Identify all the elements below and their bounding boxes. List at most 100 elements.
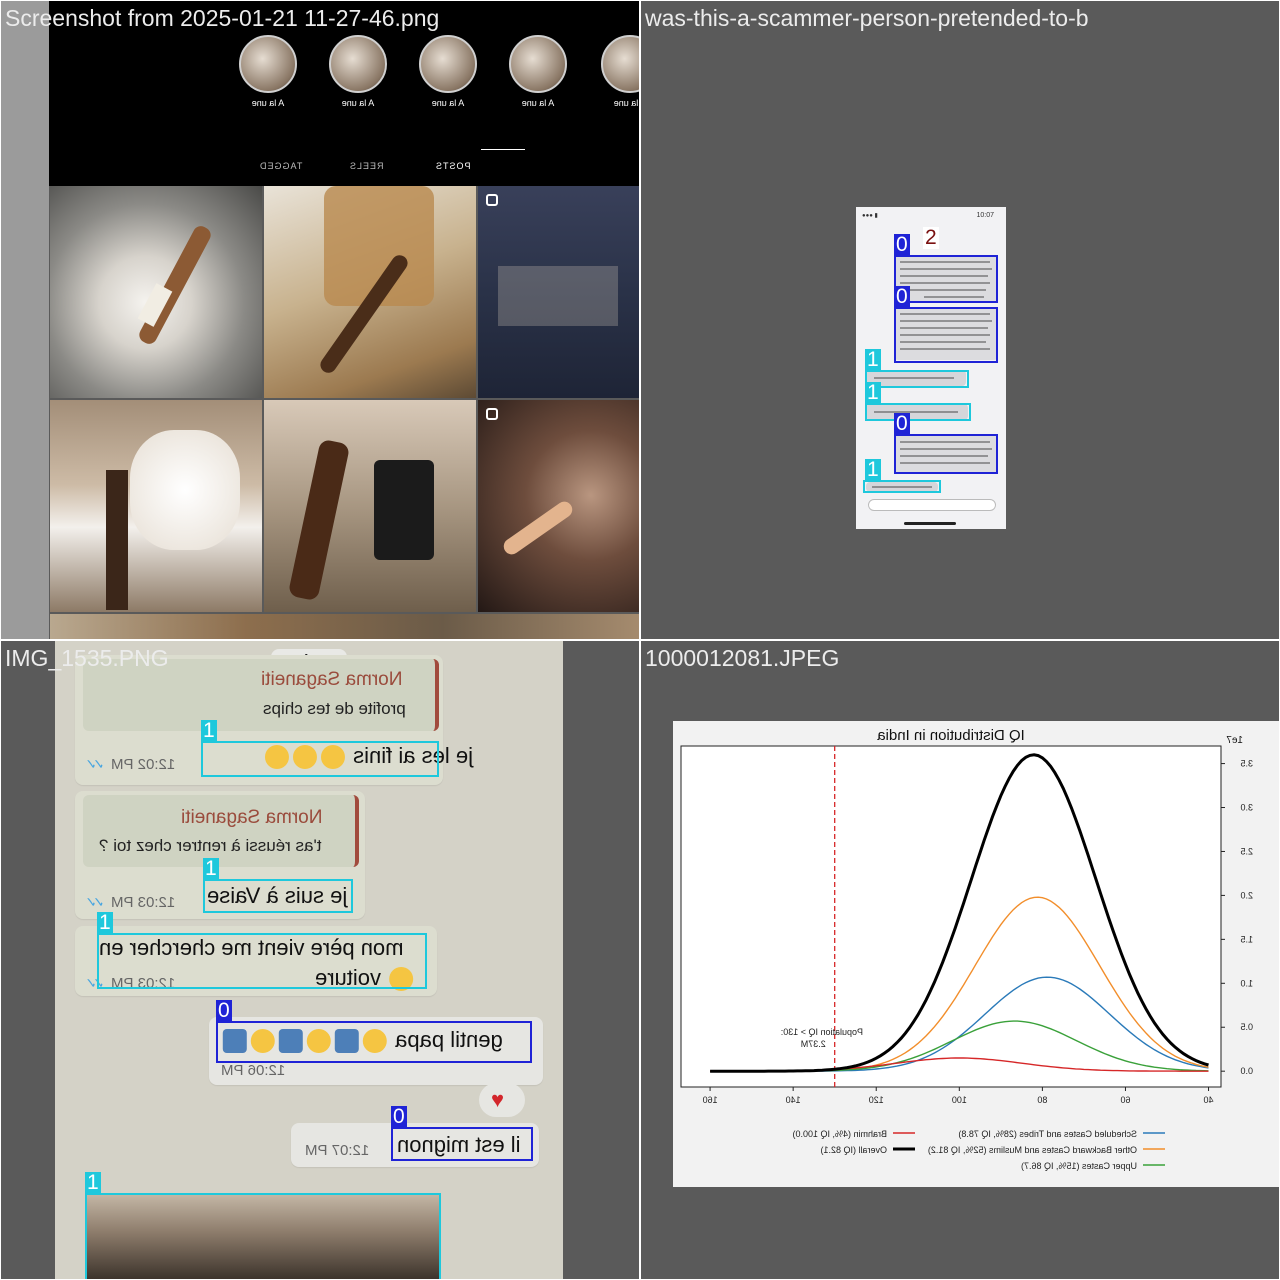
tab-tagged[interactable]: TAGGED bbox=[259, 161, 302, 171]
y-tick-label: 0.5 bbox=[1240, 1022, 1253, 1032]
read-receipt-icon: ✓✓ bbox=[89, 894, 105, 910]
iq-chart: IQ Distribution in India 1e7 160 140 120 100 8… bbox=[680, 727, 1253, 1171]
detection-label: 2 bbox=[923, 226, 939, 249]
legend-label: Upper Castes (15%, IQ 86.7) bbox=[1021, 1161, 1137, 1171]
detection-box bbox=[391, 1127, 533, 1161]
tile-instagram: A la une A la une A la une A la une A la… bbox=[1, 1, 639, 639]
detection-box bbox=[201, 741, 439, 777]
reel-icon bbox=[486, 408, 498, 420]
tile-title: IMG_1535.PNG bbox=[5, 645, 169, 671]
story-highlight[interactable] bbox=[239, 35, 297, 93]
y-tick-label: 2.5 bbox=[1240, 846, 1253, 856]
tab-reels[interactable]: REELS bbox=[349, 161, 384, 171]
detection-label: 0 bbox=[216, 999, 232, 1022]
status-signal: ●●● ▮ bbox=[862, 213, 878, 219]
y-tick-label: 0.0 bbox=[1240, 1066, 1253, 1076]
active-tab-indicator bbox=[481, 149, 525, 150]
plot-area bbox=[680, 745, 1222, 1088]
legend-label: Other Backward Castes and Muslims (52%, … bbox=[928, 1145, 1137, 1155]
tile-phone-chat: was-this-a-scammer-person-pretended-to-b… bbox=[641, 1, 1279, 639]
detection-box bbox=[85, 1193, 441, 1279]
x-tick-label: 80 bbox=[1037, 1095, 1047, 1105]
detection-label: 0 bbox=[894, 285, 910, 308]
detection-label: 1 bbox=[85, 1171, 101, 1194]
detection-label: 1 bbox=[865, 458, 881, 481]
detection-label: 1 bbox=[203, 857, 219, 880]
message-time: 12:07 PM bbox=[305, 1142, 370, 1159]
quoted-text: profite de tes chips bbox=[263, 699, 406, 718]
quoted-message[interactable] bbox=[83, 795, 359, 867]
story-label: A la une bbox=[251, 98, 285, 108]
x-tick-label: 40 bbox=[1204, 1095, 1214, 1105]
legend-label: Brahmin (4%, IQ 100.0) bbox=[792, 1129, 887, 1139]
tile-whatsapp-chat: Today Norma Saganeiti profite de tes chi… bbox=[1, 641, 639, 1279]
threshold-label: Population IQ > 130: bbox=[781, 1027, 863, 1037]
detection-box bbox=[216, 1021, 532, 1063]
story-label: A la une bbox=[341, 98, 375, 108]
legend-label: Scheduled Castes and Tribes (28%, IQ 78.… bbox=[958, 1129, 1137, 1139]
tile-title: 1000012081.JPEG bbox=[645, 645, 840, 671]
story-label: A la une bbox=[613, 98, 639, 108]
margin-right bbox=[563, 641, 639, 1279]
threshold-label: 2.37M bbox=[801, 1039, 826, 1049]
detection-label: 1 bbox=[865, 381, 881, 404]
tile-iq-chart: IQ Distribution in India 1e7 160 140 120 100 8… bbox=[641, 641, 1279, 1279]
detection-box bbox=[863, 480, 941, 493]
detection-label: 0 bbox=[894, 233, 910, 256]
chart-title: IQ Distribution in India bbox=[877, 727, 1025, 744]
ig-side-strip bbox=[1, 1, 49, 639]
tab-posts[interactable]: POSTS bbox=[435, 161, 471, 171]
x-tick-label: 120 bbox=[869, 1095, 884, 1105]
legend-label: Overall (IQ 82.1) bbox=[820, 1145, 887, 1155]
heart-icon: ♥ bbox=[491, 1087, 505, 1112]
y-tick-label: 3.0 bbox=[1240, 803, 1253, 813]
y-tick-label: 1.5 bbox=[1240, 934, 1253, 944]
detection-label: 1 bbox=[865, 348, 881, 371]
margin-left bbox=[1, 641, 55, 1279]
message-time: 12:02 PM bbox=[111, 756, 176, 773]
home-indicator bbox=[904, 522, 956, 525]
tile-title: was-this-a-scammer-person-pretended-to-b bbox=[645, 5, 1089, 31]
x-tick-label: 140 bbox=[786, 1095, 801, 1105]
x-tick-label: 160 bbox=[703, 1095, 718, 1105]
detection-box bbox=[865, 403, 971, 421]
story-highlight[interactable] bbox=[329, 35, 387, 93]
story-highlight[interactable] bbox=[419, 35, 477, 93]
post-thumbnail[interactable] bbox=[264, 400, 476, 612]
detection-box bbox=[894, 434, 998, 474]
quoted-author: Norma Saganeiti bbox=[181, 807, 323, 828]
carousel-icon bbox=[486, 194, 498, 206]
detection-box bbox=[894, 307, 998, 363]
post-row-partial bbox=[50, 614, 639, 639]
quoted-text: t'as réussi à rentrer chez toi ? bbox=[99, 836, 322, 855]
post-thumbnail[interactable] bbox=[478, 186, 639, 398]
message-time: 12:03 PM bbox=[111, 894, 176, 911]
y-tick-label: 3.5 bbox=[1240, 759, 1253, 769]
x-tick-label: 60 bbox=[1120, 1095, 1130, 1105]
post-thumbnail[interactable] bbox=[264, 186, 476, 398]
post-thumbnail[interactable] bbox=[478, 400, 639, 612]
post-thumbnail[interactable] bbox=[50, 186, 262, 398]
detection-label: 1 bbox=[201, 719, 217, 742]
y-tick-label: 2.0 bbox=[1240, 890, 1253, 900]
story-highlight[interactable] bbox=[601, 35, 639, 93]
quoted-author: Norma Saganeiti bbox=[261, 669, 403, 690]
detection-box bbox=[97, 933, 427, 989]
story-highlight[interactable] bbox=[509, 35, 567, 93]
post-thumbnail[interactable] bbox=[50, 400, 262, 612]
detection-label: 1 bbox=[97, 911, 113, 934]
message-time: 12:06 PM bbox=[221, 1062, 286, 1079]
read-receipt-icon: ✓✓ bbox=[89, 756, 105, 772]
y-multiplier: 1e7 bbox=[1226, 735, 1243, 746]
detection-box bbox=[203, 879, 353, 913]
detection-label: 0 bbox=[391, 1105, 407, 1128]
detection-label: 0 bbox=[894, 412, 910, 435]
x-tick-label: 100 bbox=[952, 1095, 967, 1105]
tile-title: Screenshot from 2025-01-21 11-27-46.png bbox=[5, 5, 440, 31]
chart-frame: IQ Distribution in India 1e7 160 140 120 100 8… bbox=[673, 721, 1279, 1187]
reaction-pill[interactable]: ♥ bbox=[479, 1083, 525, 1117]
message-input[interactable] bbox=[868, 499, 996, 511]
story-label: A la une bbox=[521, 98, 555, 108]
status-time: 10:07 bbox=[976, 212, 994, 219]
story-label: A la une bbox=[431, 98, 465, 108]
